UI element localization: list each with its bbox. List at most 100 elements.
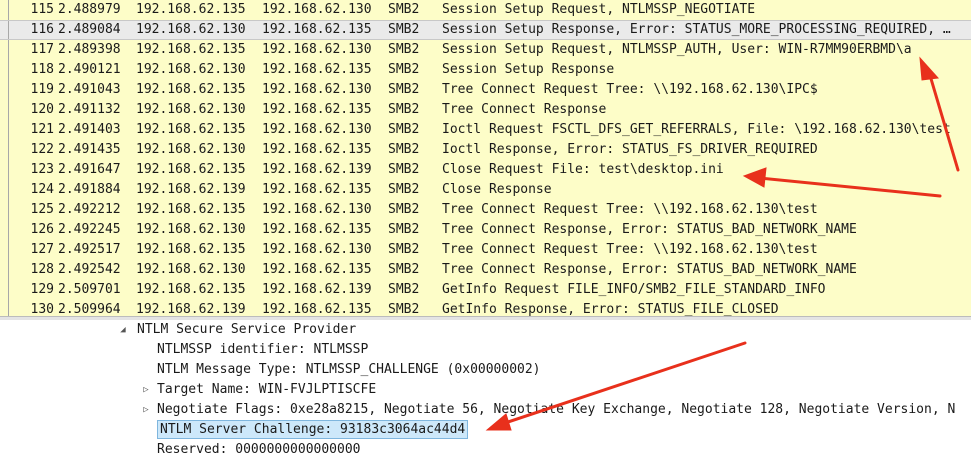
packet-no-cell: 128 — [30, 262, 54, 277]
packet-src-cell: 192.168.62.135 — [136, 242, 246, 257]
packet-proto-cell: SMB2 — [388, 202, 420, 217]
packet-dst-cell: 192.168.62.130 — [262, 42, 372, 57]
detail-item[interactable]: ▷ Negotiate Flags: 0xe28a8215, Negotiate … — [0, 400, 971, 420]
conversation-line — [8, 21, 9, 39]
packet-src-cell: 192.168.62.139 — [136, 182, 246, 197]
conversation-line — [8, 280, 9, 300]
detail-item-text: Reserved: 0000000000000000 — [157, 442, 361, 456]
row-gutter — [0, 260, 16, 280]
row-gutter — [0, 220, 16, 240]
packet-proto-cell: SMB2 — [388, 42, 420, 57]
packet-row[interactable]: 115 2.488979 192.168.62.135 192.168.62.130 S… — [0, 0, 971, 20]
detail-item[interactable]: NTLM Message Type: NTLMSSP_CHALLENGE (0x… — [0, 360, 971, 380]
packet-details: ◢ NTLM Secure Service Provider NTLMSSP i… — [0, 320, 971, 456]
packet-row[interactable]: 120 2.491132 192.168.62.130 192.168.62.135 S… — [0, 100, 971, 120]
packet-proto-cell: SMB2 — [388, 142, 420, 157]
conversation-line — [8, 140, 9, 160]
packet-no-cell: 118 — [30, 62, 54, 77]
detail-section-row[interactable]: ◢ NTLM Secure Service Provider — [0, 320, 971, 340]
packet-time-cell: 2.509701 — [58, 282, 121, 297]
packet-no-cell: 120 — [30, 102, 54, 117]
packet-src-cell: 192.168.62.135 — [136, 2, 246, 17]
packet-time-cell: 2.491884 — [58, 182, 121, 197]
packet-proto-cell: SMB2 — [388, 62, 420, 77]
packet-src-cell: 192.168.62.130 — [136, 262, 246, 277]
packet-dst-cell: 192.168.62.135 — [262, 302, 372, 316]
packet-info-cell: Session Setup Response — [442, 62, 615, 77]
packet-no-cell: 127 — [30, 242, 54, 257]
detail-item[interactable]: NTLM Server Challenge: 93183c3064ac44d4 — [0, 420, 971, 440]
packet-row[interactable]: 128 2.492542 192.168.62.130 192.168.62.135 S… — [0, 260, 971, 280]
packet-no-cell: 119 — [30, 82, 54, 97]
packet-time-cell: 2.492517 — [58, 242, 121, 257]
packet-info-cell: Tree Connect Response, Error: STATUS_BAD… — [442, 222, 857, 237]
packet-src-cell: 192.168.62.130 — [136, 62, 246, 77]
row-gutter — [0, 240, 16, 260]
packet-no-cell: 124 — [30, 182, 54, 197]
packet-row[interactable]: 125 2.492212 192.168.62.135 192.168.62.130 S… — [0, 200, 971, 220]
packet-proto-cell: SMB2 — [388, 22, 420, 37]
row-gutter — [0, 280, 16, 300]
detail-item[interactable]: ▷ Target Name: WIN-FVJLPTISCFE — [0, 380, 971, 400]
packet-row[interactable]: 118 2.490121 192.168.62.130 192.168.62.135 S… — [0, 60, 971, 80]
packet-row[interactable]: 123 2.491647 192.168.62.135 192.168.62.139 S… — [0, 160, 971, 180]
packet-info-cell: Session Setup Request, NTLMSSP_NEGOTIATE — [442, 2, 756, 17]
packet-row[interactable]: 127 2.492517 192.168.62.135 192.168.62.130 S… — [0, 240, 971, 260]
detail-item-text: NTLM Message Type: NTLMSSP_CHALLENGE (0x… — [157, 362, 541, 377]
row-gutter — [0, 100, 16, 120]
packet-src-cell: 192.168.62.130 — [136, 222, 246, 237]
packet-time-cell: 2.490121 — [58, 62, 121, 77]
packet-dst-cell: 192.168.62.130 — [262, 242, 372, 257]
packet-proto-cell: SMB2 — [388, 282, 420, 297]
packet-time-cell: 2.492245 — [58, 222, 121, 237]
packet-info-cell: Ioctl Response, Error: STATUS_FS_DRIVER_… — [442, 142, 818, 157]
conversation-line — [8, 100, 9, 120]
packet-time-cell: 2.491435 — [58, 142, 121, 157]
detail-section-header: NTLM Secure Service Provider — [137, 322, 357, 337]
triangle-right-icon[interactable]: ▷ — [141, 400, 151, 420]
packet-proto-cell: SMB2 — [388, 82, 420, 97]
detail-item[interactable]: Reserved: 0000000000000000 — [0, 440, 971, 456]
packet-no-cell: 123 — [30, 162, 54, 177]
packet-row[interactable]: 122 2.491435 192.168.62.130 192.168.62.135 S… — [0, 140, 971, 160]
packet-dst-cell: 192.168.62.135 — [262, 62, 372, 77]
packet-row[interactable]: 119 2.491043 192.168.62.135 192.168.62.130 S… — [0, 80, 971, 100]
packet-proto-cell: SMB2 — [388, 2, 420, 17]
packet-proto-cell: SMB2 — [388, 162, 420, 177]
packet-src-cell: 192.168.62.130 — [136, 22, 246, 37]
packet-info-cell: Tree Connect Request Tree: \\192.168.62.… — [442, 242, 818, 257]
packet-row[interactable]: 130 2.509964 192.168.62.139 192.168.62.135 S… — [0, 300, 971, 316]
packet-row[interactable]: 116 2.489084 192.168.62.130 192.168.62.135 S… — [0, 20, 971, 40]
packet-dst-cell: 192.168.62.135 — [262, 262, 372, 277]
packet-row[interactable]: 126 2.492245 192.168.62.130 192.168.62.135 S… — [0, 220, 971, 240]
packet-no-cell: 116 — [30, 22, 54, 37]
packet-time-cell: 2.509964 — [58, 302, 121, 316]
packet-time-cell: 2.492212 — [58, 202, 121, 217]
packet-no-cell: 126 — [30, 222, 54, 237]
packet-dst-cell: 192.168.62.135 — [262, 182, 372, 197]
conversation-line — [8, 180, 9, 200]
packet-no-cell: 130 — [30, 302, 54, 316]
packet-info-cell: Session Setup Response, Error: STATUS_MO… — [442, 22, 951, 37]
packet-dst-cell: 192.168.62.130 — [262, 2, 372, 17]
conversation-line — [8, 260, 9, 280]
packet-src-cell: 192.168.62.135 — [136, 202, 246, 217]
triangle-down-icon[interactable]: ◢ — [118, 320, 128, 340]
packet-row[interactable]: 124 2.491884 192.168.62.139 192.168.62.135 S… — [0, 180, 971, 200]
row-gutter — [0, 60, 16, 80]
packet-row[interactable]: 117 2.489398 192.168.62.135 192.168.62.130 S… — [0, 40, 971, 60]
packet-dst-cell: 192.168.62.130 — [262, 82, 372, 97]
row-gutter — [0, 140, 16, 160]
packet-dst-cell: 192.168.62.139 — [262, 282, 372, 297]
detail-item[interactable]: NTLMSSP identifier: NTLMSSP — [0, 340, 971, 360]
packet-proto-cell: SMB2 — [388, 222, 420, 237]
packet-info-cell: Close Response — [442, 182, 552, 197]
packet-src-cell: 192.168.62.135 — [136, 42, 246, 57]
detail-item-text: NTLM Server Challenge: 93183c3064ac44d4 — [157, 420, 469, 439]
packet-time-cell: 2.491403 — [58, 122, 121, 137]
triangle-right-icon[interactable]: ▷ — [141, 380, 151, 400]
packet-row[interactable]: 129 2.509701 192.168.62.135 192.168.62.139 S… — [0, 280, 971, 300]
packet-row[interactable]: 121 2.491403 192.168.62.135 192.168.62.130 S… — [0, 120, 971, 140]
packet-dst-cell: 192.168.62.130 — [262, 202, 372, 217]
packet-info-cell: Tree Connect Request Tree: \\192.168.62.… — [442, 202, 818, 217]
